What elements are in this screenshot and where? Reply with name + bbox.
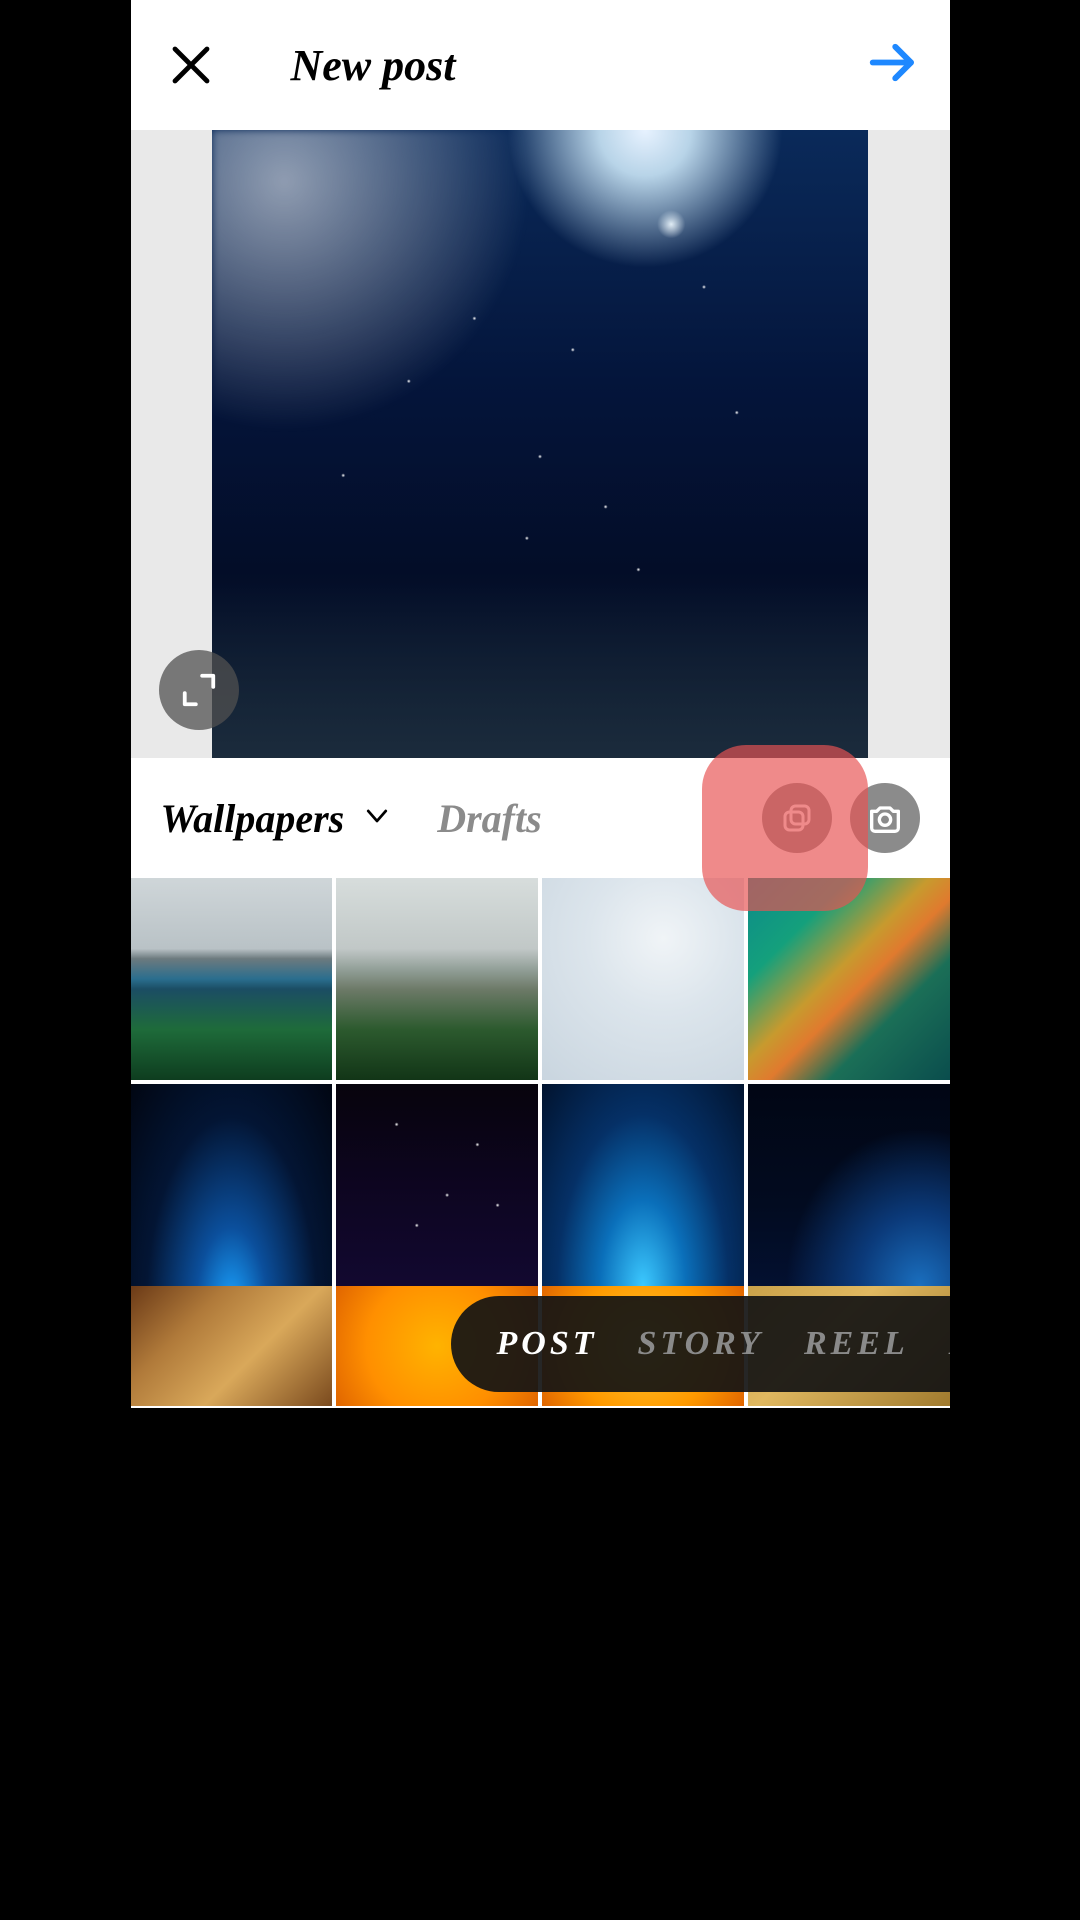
album-selector[interactable]: Wallpapers [161, 795, 393, 842]
multi-select-icon [779, 800, 815, 836]
gallery-thumb[interactable] [131, 1286, 333, 1406]
gallery-thumb[interactable] [748, 878, 950, 1080]
album-label: Wallpapers [161, 795, 345, 842]
album-bar: Wallpapers Drafts [131, 758, 950, 878]
chevron-down-icon [362, 801, 392, 836]
arrow-right-icon [866, 36, 920, 90]
expand-crop-button[interactable] [159, 650, 239, 730]
camera-icon [865, 798, 905, 838]
preview-area [131, 130, 950, 758]
gallery-thumb[interactable] [131, 1084, 333, 1286]
close-icon [167, 41, 215, 89]
selected-image-preview[interactable] [212, 130, 868, 758]
new-post-screen: New post Wallpapers Drafts [131, 0, 950, 1456]
gallery-thumb[interactable] [542, 878, 744, 1080]
header: New post [131, 0, 950, 130]
mode-tab-live[interactable]: LIVE [949, 1325, 950, 1363]
multi-select-button[interactable] [762, 783, 832, 853]
mode-selector: POST STORY REEL LIVE [451, 1296, 950, 1392]
mode-tab-post[interactable]: POST [497, 1325, 598, 1363]
gallery-thumb[interactable] [131, 878, 333, 1080]
gallery-grid [131, 878, 950, 1286]
drafts-button[interactable]: Drafts [437, 795, 541, 842]
bottom-bar [131, 1408, 950, 1456]
gallery-thumb[interactable] [748, 1084, 950, 1286]
camera-button[interactable] [850, 783, 920, 853]
gallery-thumb[interactable] [336, 1084, 538, 1286]
gallery-thumb[interactable] [336, 878, 538, 1080]
page-title: New post [291, 40, 456, 91]
mode-tab-reel[interactable]: REEL [804, 1325, 909, 1363]
expand-icon [180, 671, 218, 709]
gallery-thumb[interactable] [542, 1084, 744, 1286]
close-button[interactable] [161, 35, 221, 95]
mode-tab-story[interactable]: STORY [638, 1325, 764, 1363]
next-button[interactable] [866, 36, 920, 95]
